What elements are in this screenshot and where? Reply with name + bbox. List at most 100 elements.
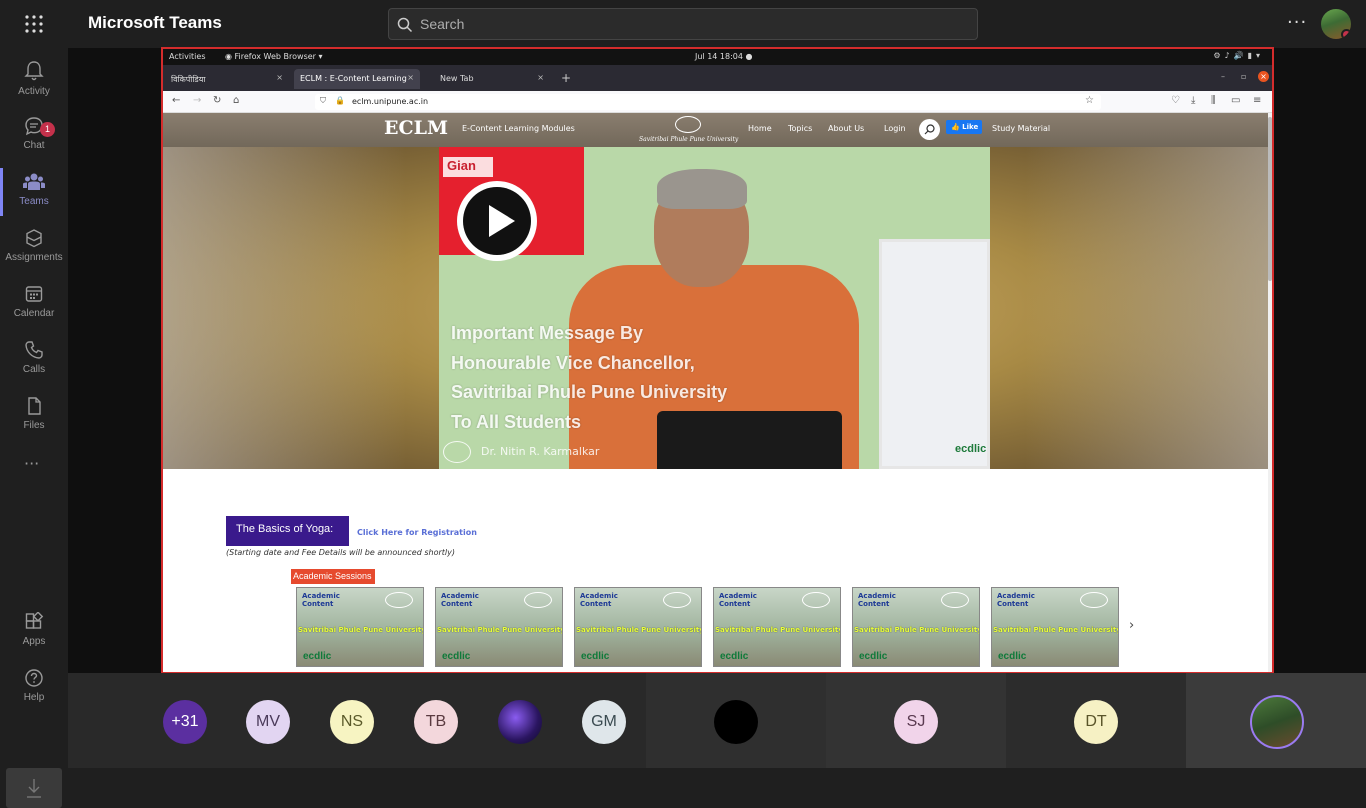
reload-icon[interactable]: ↻ xyxy=(213,95,221,106)
video-player[interactable]: Gian Important Message By Honourable Vic… xyxy=(439,147,990,469)
tab-label: New Tab xyxy=(440,74,474,83)
teams-title-bar: Microsoft Teams Search ··· xyxy=(0,0,1366,48)
system-tray-icons[interactable]: ⚙♪🔊▮▾ xyxy=(1213,51,1264,60)
self-avatar[interactable] xyxy=(1250,695,1304,749)
rail-item-chat[interactable]: Chat 1 xyxy=(0,108,68,164)
participant-avatar[interactable]: TB xyxy=(414,700,458,744)
firefox-app-menu[interactable]: ◉ Firefox Web Browser ▾ xyxy=(225,52,323,61)
tab-close-icon[interactable]: × xyxy=(537,73,544,82)
university-name: Savitribai Phule Pune University xyxy=(639,136,739,143)
academic-card[interactable]: Academic Content Savitribai Phule Pune Uni… xyxy=(435,587,563,667)
nav-login[interactable]: Login xyxy=(884,124,906,133)
nav-home[interactable]: Home xyxy=(748,124,772,133)
academic-card[interactable]: Academic Content Savitribai Phule Pune Uni… xyxy=(296,587,424,667)
academic-card[interactable]: Academic Content Savitribai Phule Pune Uni… xyxy=(713,587,841,667)
site-logo[interactable]: ECLM xyxy=(384,117,448,139)
nav-about-us[interactable]: About Us xyxy=(828,124,864,133)
shared-screen: Activities ◉ Firefox Web Browser ▾ Jul 1… xyxy=(161,47,1274,674)
rail-item-calls[interactable]: Calls xyxy=(0,332,68,388)
activities-button[interactable]: Activities xyxy=(169,52,206,61)
academic-card[interactable]: Academic Content Savitribai Phule Pune Uni… xyxy=(574,587,702,667)
nav-study-material[interactable]: Study Material xyxy=(992,124,1050,133)
library-icon[interactable]: ⫼ xyxy=(1211,95,1216,106)
back-icon[interactable]: ← xyxy=(172,95,180,106)
message-line: To All Students xyxy=(451,411,581,432)
rail-item-files[interactable]: Files xyxy=(0,388,68,444)
participant-avatar[interactable]: SJ xyxy=(894,700,938,744)
participant-avatar[interactable]: NS xyxy=(330,700,374,744)
gian-logo: Gian xyxy=(443,157,493,177)
academic-card[interactable]: Academic Content Savitribai Phule Pune Uni… xyxy=(991,587,1119,667)
rail-item-calendar[interactable]: Calendar xyxy=(0,276,68,332)
url-text: eclm.unipune.ac.in xyxy=(352,97,429,106)
card-university: Savitribai Phule Pune University xyxy=(298,626,424,634)
rail-item-help[interactable]: Help xyxy=(0,660,68,716)
forward-icon[interactable]: → xyxy=(193,95,201,106)
firefox-icon: ◉ xyxy=(225,52,235,61)
bell-icon xyxy=(24,61,44,81)
home-icon[interactable]: ⌂ xyxy=(233,95,239,106)
hero-banner: Gian Important Message By Honourable Vic… xyxy=(163,147,1268,469)
pocket-icon[interactable]: ♡ xyxy=(1171,95,1180,106)
facebook-like-button[interactable]: 👍 Like xyxy=(946,120,982,134)
sidebar-icon[interactable]: ▭ xyxy=(1231,95,1240,106)
more-apps-button[interactable]: ··· xyxy=(24,454,39,473)
url-bar[interactable]: ⛉ 🔒 eclm.unipune.ac.in ☆ xyxy=(315,94,1101,110)
bookmark-star-icon[interactable]: ☆ xyxy=(1085,95,1094,106)
tab-close-icon[interactable]: × xyxy=(407,73,414,82)
shield-icon[interactable]: ⛉ xyxy=(320,96,326,106)
download-button[interactable] xyxy=(6,768,62,808)
app-launcher-icon[interactable] xyxy=(24,14,44,34)
user-avatar[interactable] xyxy=(1321,9,1351,39)
card-university: Savitribai Phule Pune University xyxy=(993,626,1119,634)
participant-avatar[interactable] xyxy=(714,700,758,744)
rail-item-assignments[interactable]: Assignments xyxy=(0,220,68,276)
registration-link[interactable]: Click Here for Registration xyxy=(357,528,477,537)
downloads-icon[interactable]: ⤓ xyxy=(1191,95,1195,106)
carousel-next-icon[interactable]: › xyxy=(1129,618,1134,633)
participant-avatar[interactable]: +31 xyxy=(163,700,207,744)
participant-avatar[interactable]: MV xyxy=(246,700,290,744)
video-message: Important Message By Honourable Vice Cha… xyxy=(451,319,791,437)
tab-wikipedia[interactable]: विकिपीडिया × xyxy=(165,69,289,89)
left-rail: Activity Chat 1 Teams Assignments Calend… xyxy=(0,48,68,808)
web-page: ECLM E-Content Learning Modules Savitrib… xyxy=(163,113,1268,672)
card-title-line: Content xyxy=(719,600,751,608)
rail-item-teams[interactable]: Teams xyxy=(0,164,68,220)
search-input[interactable]: Search xyxy=(388,8,978,40)
card-title: Academic Content xyxy=(858,592,896,608)
thumbs-up-icon: 👍 xyxy=(951,123,960,131)
clock[interactable]: Jul 14 18:04 ● xyxy=(695,52,753,61)
emblem-icon xyxy=(385,592,413,608)
presenter-name: Dr. Nitin R. Karmalkar xyxy=(481,445,600,458)
lock-icon[interactable]: 🔒 xyxy=(335,96,345,105)
rail-item-activity[interactable]: Activity xyxy=(0,52,68,108)
academic-sessions-label: Academic Sessions xyxy=(291,569,375,584)
more-options-button[interactable]: ··· xyxy=(1287,12,1307,33)
card-title-line: Content xyxy=(997,600,1029,608)
site-search-button[interactable] xyxy=(919,119,940,140)
card-title: Academic Content xyxy=(441,592,479,608)
academic-card[interactable]: Academic Content Savitribai Phule Pune Uni… xyxy=(852,587,980,667)
tab-eclm[interactable]: ECLM : E-Content Learning × xyxy=(294,69,420,89)
new-tab-button[interactable]: + xyxy=(561,71,571,85)
site-header: ECLM E-Content Learning Modules Savitrib… xyxy=(163,113,1268,147)
participant-avatar[interactable]: DT xyxy=(1074,700,1118,744)
page-scrollbar[interactable] xyxy=(1268,113,1272,672)
maximize-button[interactable]: ▫ xyxy=(1241,72,1246,81)
play-icon[interactable] xyxy=(457,181,537,261)
tab-close-icon[interactable]: × xyxy=(276,73,283,82)
nav-topics[interactable]: Topics xyxy=(788,124,812,133)
participant-avatar[interactable] xyxy=(498,700,542,744)
minimize-button[interactable]: – xyxy=(1221,72,1225,81)
presenter-hair xyxy=(657,169,747,209)
participant-avatar[interactable]: GM xyxy=(582,700,626,744)
tab-new[interactable]: New Tab × xyxy=(434,69,550,89)
emblem-icon xyxy=(663,592,691,608)
hamburger-menu-icon[interactable]: ≡ xyxy=(1253,95,1261,106)
card-title-line: Academic xyxy=(997,592,1035,600)
ubuntu-top-bar: Activities ◉ Firefox Web Browser ▾ Jul 1… xyxy=(163,49,1272,65)
assignments-icon xyxy=(26,229,42,248)
window-close-button[interactable]: × xyxy=(1258,71,1269,82)
rail-item-apps[interactable]: Apps xyxy=(0,604,68,660)
